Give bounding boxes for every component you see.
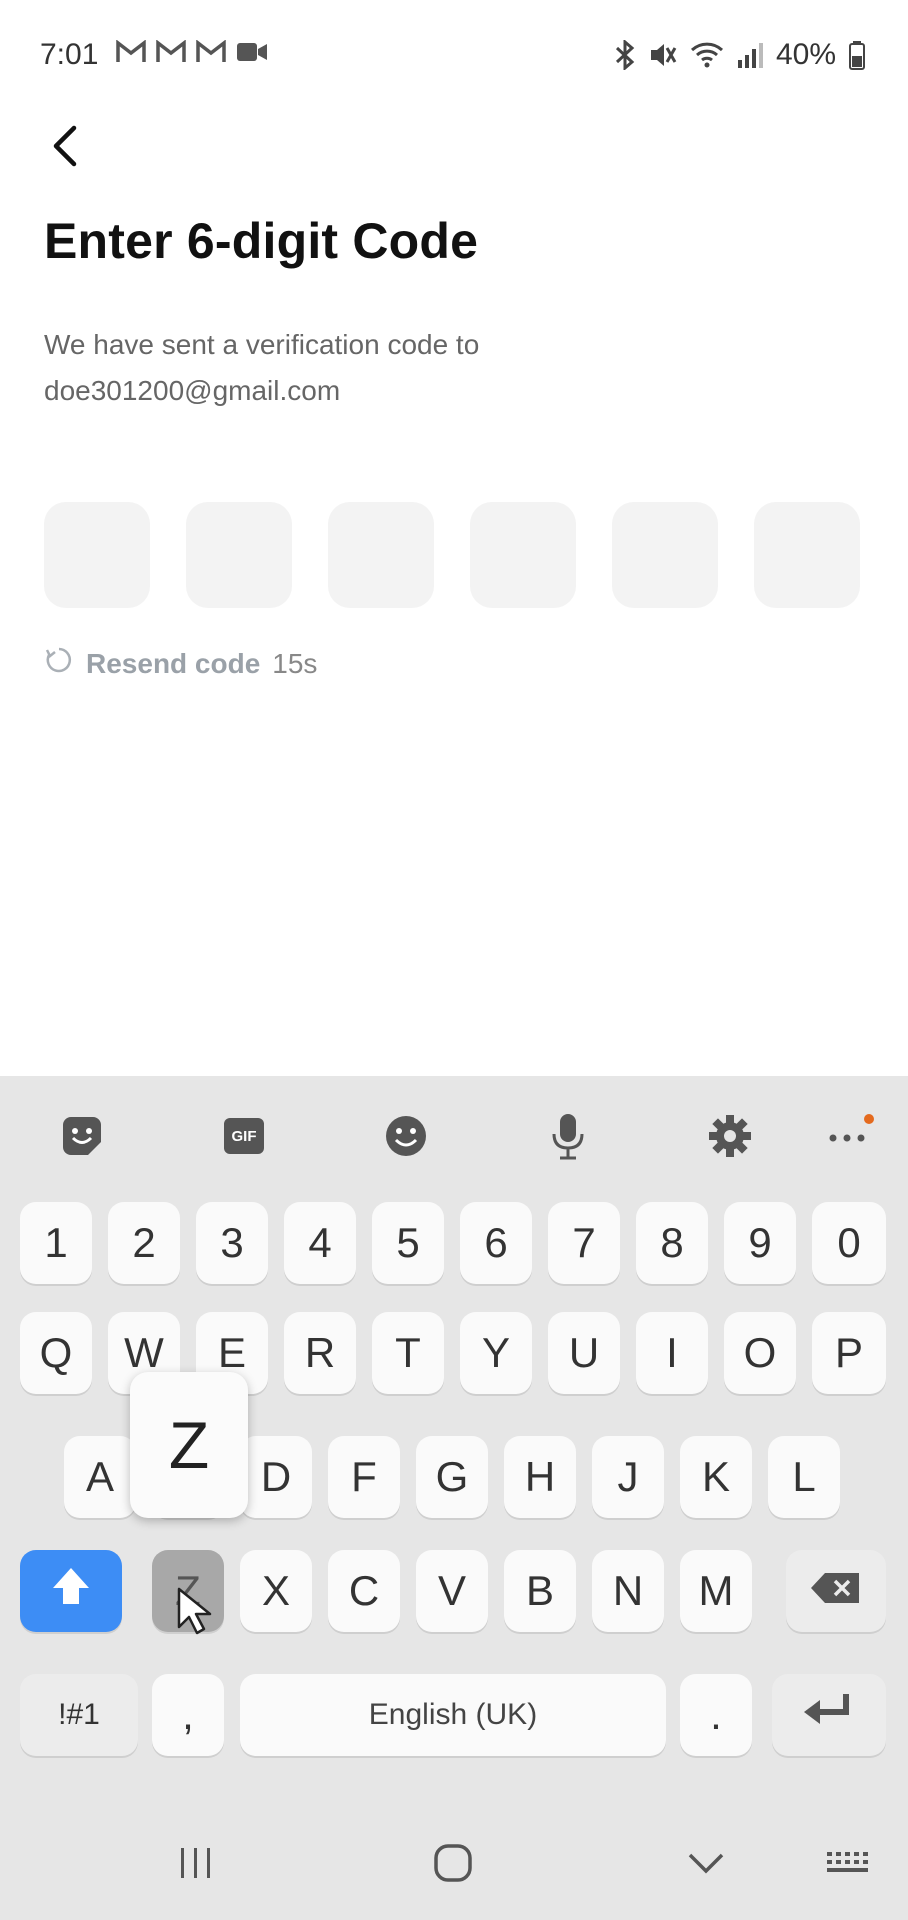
code-digit-1[interactable]: [44, 502, 150, 608]
keyboard-toolbar: GIF: [0, 1076, 908, 1196]
comma-key[interactable]: ,: [152, 1674, 224, 1756]
video-icon: [236, 40, 268, 71]
space-key[interactable]: English (UK): [240, 1674, 666, 1756]
resend-timer: 15s: [272, 647, 318, 679]
key-r[interactable]: R: [284, 1312, 356, 1394]
sticker-icon[interactable]: [56, 1110, 108, 1162]
key-u[interactable]: U: [548, 1312, 620, 1394]
key-o[interactable]: O: [724, 1312, 796, 1394]
backspace-key[interactable]: [786, 1550, 886, 1632]
key-l[interactable]: L: [768, 1436, 840, 1518]
key-c[interactable]: C: [328, 1550, 400, 1632]
key-k[interactable]: K: [680, 1436, 752, 1518]
wifi-icon: [690, 40, 724, 70]
key-1[interactable]: 1: [20, 1202, 92, 1284]
code-digit-2[interactable]: [186, 502, 292, 608]
gif-label: GIF: [231, 1127, 257, 1145]
hide-keyboard-button[interactable]: [684, 1840, 728, 1890]
key-y[interactable]: Y: [460, 1312, 532, 1394]
signal-icon: [736, 40, 764, 70]
notification-dot: [864, 1114, 874, 1124]
key-j[interactable]: J: [592, 1436, 664, 1518]
backspace-icon: [809, 1567, 863, 1615]
key-d[interactable]: D: [240, 1436, 312, 1518]
mouse-cursor-icon: [176, 1586, 216, 1641]
mute-icon: [648, 40, 678, 70]
code-digit-5[interactable]: [612, 502, 718, 608]
battery-percent: 40%: [775, 38, 836, 71]
period-key[interactable]: .: [680, 1674, 752, 1756]
shift-key[interactable]: [20, 1550, 122, 1632]
key-b[interactable]: B: [504, 1550, 576, 1632]
enter-key[interactable]: [772, 1674, 886, 1756]
symbols-key[interactable]: !#1: [20, 1674, 138, 1756]
key-a[interactable]: A: [64, 1436, 136, 1518]
keyboard-switch-button[interactable]: [824, 1840, 870, 1890]
mic-icon[interactable]: [542, 1110, 594, 1162]
navigation-bar: [0, 1810, 908, 1920]
keyboard-icon: [825, 1848, 869, 1883]
key-3[interactable]: 3: [196, 1202, 268, 1284]
gif-icon[interactable]: GIF: [218, 1110, 270, 1162]
resend-label: Resend code: [86, 647, 261, 679]
settings-icon[interactable]: [704, 1110, 756, 1162]
code-digit-3[interactable]: [328, 502, 434, 608]
page-title: Enter 6-digit Code: [44, 213, 479, 269]
key-n[interactable]: N: [592, 1550, 664, 1632]
gmail-icon: [116, 39, 146, 71]
key-8[interactable]: 8: [636, 1202, 708, 1284]
key-preview-popup: Z: [130, 1372, 248, 1518]
chevron-down-icon: [686, 1851, 726, 1880]
key-t[interactable]: T: [372, 1312, 444, 1394]
instructions-text: We have sent a verification code to doe3…: [44, 322, 479, 414]
key-5[interactable]: 5: [372, 1202, 444, 1284]
code-input-row: [44, 502, 860, 608]
refresh-icon: [44, 645, 74, 682]
key-g[interactable]: G: [416, 1436, 488, 1518]
gmail-icon: [196, 39, 226, 71]
key-p[interactable]: P: [812, 1312, 886, 1394]
key-4[interactable]: 4: [284, 1202, 356, 1284]
status-bar: 7:01 40%: [0, 0, 908, 110]
key-x[interactable]: X: [240, 1550, 312, 1632]
key-f[interactable]: F: [328, 1436, 400, 1518]
shift-arrow-icon: [49, 1564, 93, 1618]
email-address: doe301200@gmail.com: [44, 375, 341, 406]
code-digit-4[interactable]: [470, 502, 576, 608]
status-time: 7:01: [40, 38, 99, 71]
resend-code-button[interactable]: Resend code 15s: [44, 645, 317, 682]
recent-apps-icon: [178, 1846, 214, 1885]
key-7[interactable]: 7: [548, 1202, 620, 1284]
key-6[interactable]: 6: [460, 1202, 532, 1284]
code-digit-6[interactable]: [754, 502, 860, 608]
emoji-icon[interactable]: [380, 1110, 432, 1162]
key-q[interactable]: Q: [20, 1312, 92, 1394]
instructions-line: We have sent a verification code to: [44, 329, 480, 360]
home-button[interactable]: [428, 1840, 478, 1890]
key-9[interactable]: 9: [724, 1202, 796, 1284]
key-i[interactable]: I: [636, 1312, 708, 1394]
bluetooth-icon: [614, 40, 636, 70]
key-m[interactable]: M: [680, 1550, 752, 1632]
chevron-left-icon: [44, 125, 94, 176]
battery-icon: [848, 40, 866, 70]
back-button[interactable]: [44, 120, 94, 172]
status-right: 40%: [614, 38, 866, 72]
home-icon: [433, 1843, 473, 1888]
key-2[interactable]: 2: [108, 1202, 180, 1284]
recent-apps-button[interactable]: [176, 1840, 216, 1890]
enter-icon: [800, 1690, 858, 1740]
key-h[interactable]: H: [504, 1436, 576, 1518]
key-v[interactable]: V: [416, 1550, 488, 1632]
notification-icons: [116, 39, 268, 71]
gmail-icon: [156, 39, 186, 71]
key-0[interactable]: 0: [812, 1202, 886, 1284]
